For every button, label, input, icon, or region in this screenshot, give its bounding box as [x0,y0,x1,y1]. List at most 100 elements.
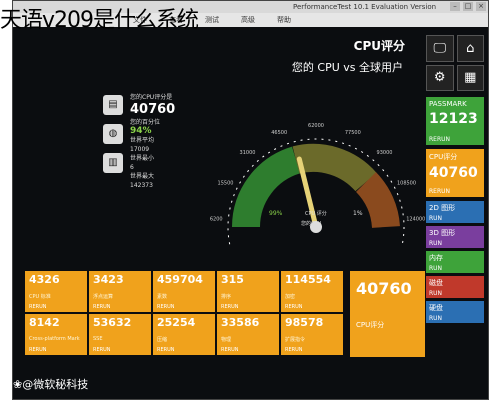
side-item-drive[interactable]: 硬盘 RUN [426,301,484,323]
close-button[interactable]: × [476,2,486,11]
result-summary: ▤ ◍ ▥ 您的CPU评分是 40760 您的百分位 94% 世界平均 1700… [88,93,198,213]
side-item-drive-run[interactable]: RUN [429,315,442,322]
world-max-value: 142373 [130,182,153,189]
subtest-tile[interactable]: 114554 加密 RERUN [281,271,343,312]
subtest-label: 素数 [157,294,168,300]
side-item-disk-run[interactable]: RUN [429,290,442,297]
subtest-tile[interactable]: 25254 压缩 RERUN [153,314,215,355]
monitor-icon[interactable]: 🖵 [426,35,454,62]
subtest-label: 加密 [285,294,296,300]
side-item-2d-label: 2D 图形 [429,204,456,212]
subtest-value: 4326 [29,273,60,286]
gauge-caption2: 您的CPU [301,220,322,227]
overlay-title: 天语v209是什么系统 [0,8,199,33]
subtest-rerun[interactable]: RERUN [157,304,175,310]
home-icon[interactable]: ⌂ [456,35,484,62]
gauge-tick-label: 77500 [345,130,361,136]
gauge-tick-label: 15500 [218,180,234,186]
globe-icon[interactable]: ◍ [103,124,123,144]
menu-advanced[interactable]: 高级 [241,15,255,25]
maximize-button[interactable]: □ [463,2,473,11]
side-item-2d[interactable]: 2D 图形 RUN [426,201,484,223]
subtest-value: 114554 [285,273,331,286]
footer-watermark: ❀@微软秘科技 [13,378,89,391]
menu-tests[interactable]: 测试 [205,15,219,25]
subtest-rerun[interactable]: RERUN [93,304,111,310]
gauge-tick-label: 124000 [406,217,425,223]
gauge-pct-low: 99% [269,210,283,217]
gauge-tick-label: 62000 [308,123,324,129]
document-icon[interactable]: ▤ [103,95,123,115]
window-controls: – □ × [450,2,486,11]
subtest-rerun[interactable]: RERUN [285,304,303,310]
subtest-tile[interactable]: 315 排序 RERUN [217,271,279,312]
subtest-tile[interactable]: 4326 CPU 标准 RERUN [25,271,87,312]
passmark-value: 12123 [429,111,478,127]
subtest-tile[interactable]: 8142 Cross-platform Mark RERUN [25,314,87,355]
side-item-disk[interactable]: 磁盘 RUN [426,276,484,298]
subtest-rerun[interactable]: RERUN [221,347,239,353]
subtest-rerun[interactable]: RERUN [93,347,111,353]
world-avg-label: 世界平均 [130,137,155,144]
subtest-rerun[interactable]: RERUN [29,347,47,353]
side-item-2d-run[interactable]: RUN [429,215,442,222]
subtest-tile[interactable]: 3423 浮点运算 RERUN [89,271,151,312]
subtest-value: 459704 [157,273,203,286]
gauge-tick-label: 108500 [397,180,416,186]
subtest-tile[interactable]: 33586 物理 RERUN [217,314,279,355]
world-avg-value: 17009 [130,146,150,153]
side-item-3d-run[interactable]: RUN [429,240,442,247]
subtest-label: 压缩 [157,337,168,343]
subtest-tile[interactable]: 459704 素数 RERUN [153,271,215,312]
gear-icon[interactable]: ⚙ [426,64,454,91]
subtest-rerun[interactable]: RERUN [221,304,239,310]
minimize-button[interactable]: – [450,2,460,11]
gauge-tick-label: 6200 [210,217,223,223]
cpu-side-rerun[interactable]: RERUN [429,188,450,195]
gauge-tick-label: 31000 [240,150,256,156]
chart-icon[interactable]: ▥ [103,153,123,173]
app-window: PerformanceTest 10.1 Evaluation Version … [12,0,489,400]
subtest-label: CPU 标准 [29,294,51,300]
top-icons: 🖵 ⌂ ⚙ ▦ [426,35,484,91]
cpu-side-tile[interactable]: CPU评分 40760 RERUN [426,149,484,197]
world-min-label: 世界最小 [130,155,155,162]
subtest-tile[interactable]: 53632 SSE RERUN [89,314,151,355]
subtest-tile[interactable]: 98578 扩展指令 RERUN [281,314,343,355]
subtest-label: Cross-platform Mark [29,336,80,342]
gauge-tick-label: 46500 [271,130,287,136]
subtest-value: 3423 [93,273,124,286]
side-item-memory-run[interactable]: RUN [429,265,442,272]
side-tiles: PASSMARK 12123 RERUN CPU评分 40760 RERUN 2… [426,97,484,326]
cpu-score-tile[interactable]: 40760 CPU评分 [350,271,425,357]
page-subtitle: 您的 CPU vs 全球用户 [291,61,403,74]
score-value: 40760 [130,102,176,117]
passmark-rerun[interactable]: RERUN [429,136,450,143]
gauge-arc-brown [355,172,400,229]
gauge-tick-label: 93000 [377,150,393,156]
passmark-label: PASSMARK [429,100,467,108]
gauge-pct-high: 1% [353,210,363,217]
subtest-label: 浮点运算 [93,294,114,300]
subtest-label: 扩展指令 [285,337,306,343]
side-item-memory-label: 内存 [429,254,443,262]
subtest-value: 315 [221,273,244,286]
subtest-label: 排序 [221,294,232,300]
subtest-value: 53632 [93,316,132,329]
subtest-rerun[interactable]: RERUN [157,347,175,353]
subtest-rerun[interactable]: RERUN [29,304,47,310]
info-icon[interactable]: ▦ [456,64,484,91]
passmark-tile[interactable]: PASSMARK 12123 RERUN [426,97,484,145]
subtest-value: 25254 [157,316,196,329]
side-item-3d[interactable]: 3D 图形 RUN [426,226,484,248]
side-item-memory[interactable]: 内存 RUN [426,251,484,273]
cpu-tile-value: 40760 [356,279,412,298]
menu-help[interactable]: 帮助 [277,15,291,25]
score-gauge: 0620015500310004650062000775009300010850… [210,123,425,247]
world-min-value: 6 [130,164,134,171]
cpu-tile-label: CPU评分 [356,321,385,329]
subtest-rerun[interactable]: RERUN [285,347,303,353]
world-max-label: 世界最大 [130,173,155,180]
side-item-3d-label: 3D 图形 [429,229,456,237]
subtest-value: 98578 [285,316,324,329]
